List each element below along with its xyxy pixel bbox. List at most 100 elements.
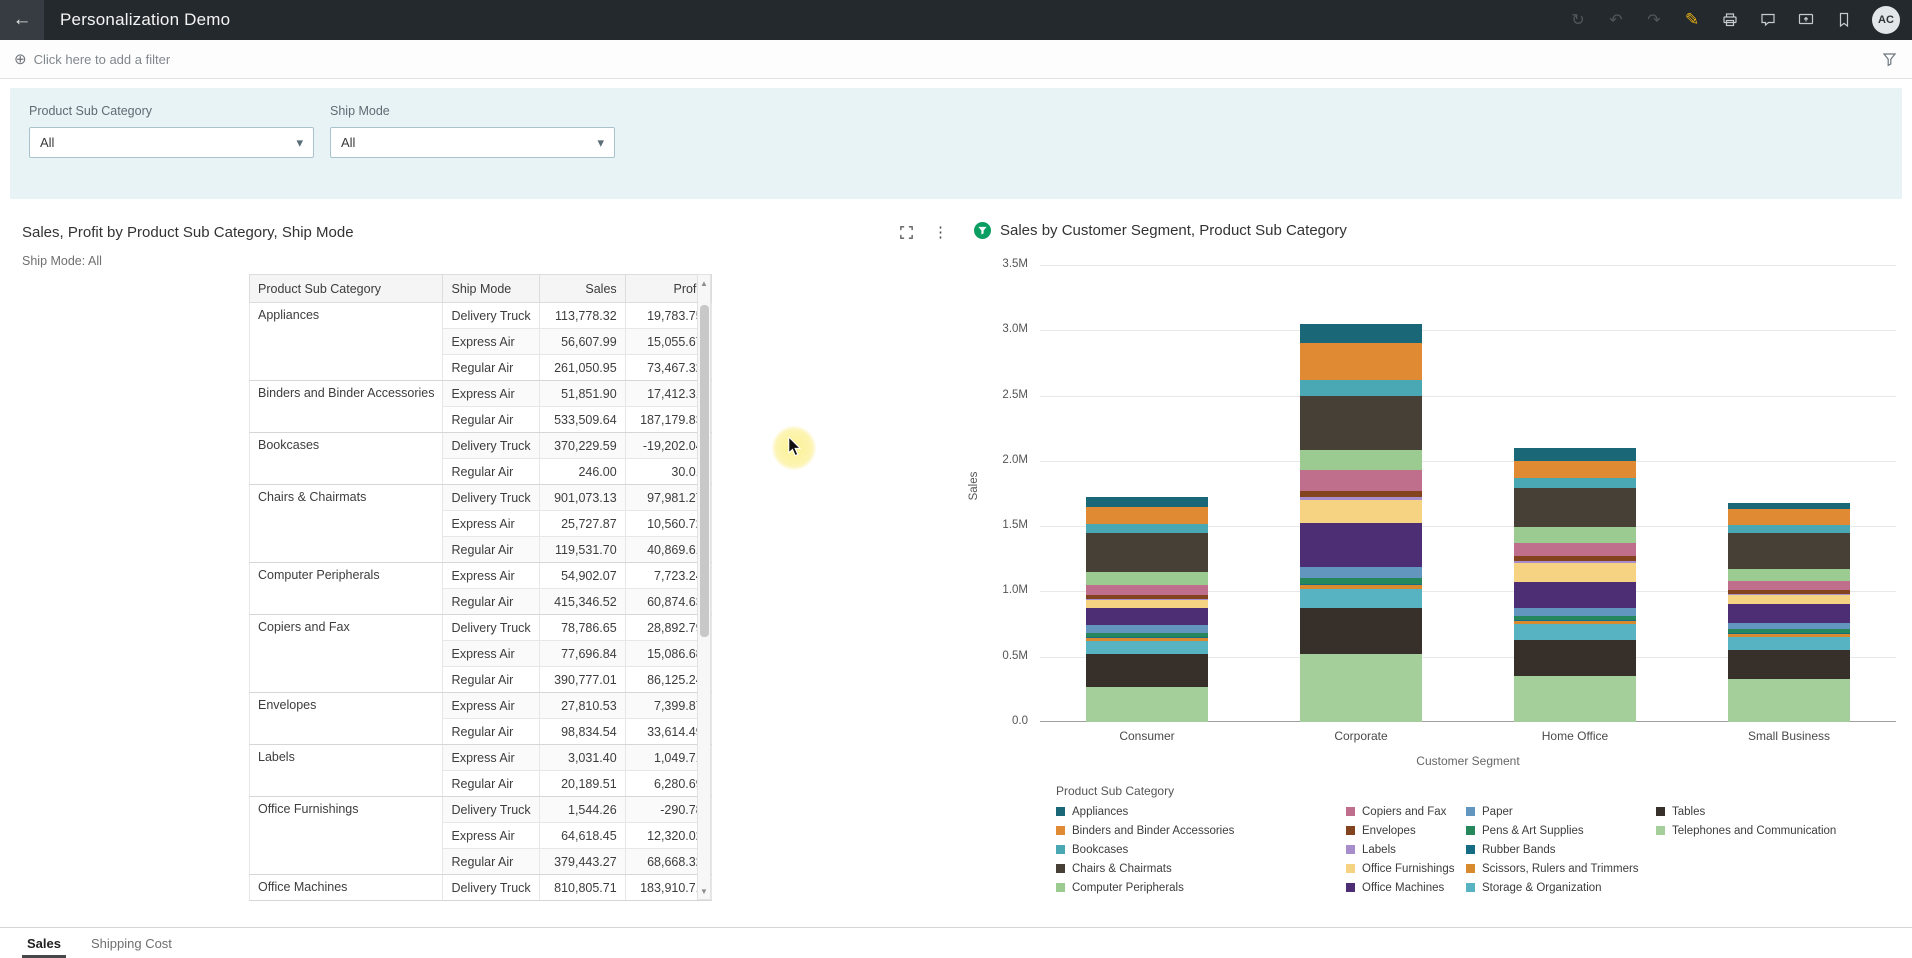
sales-cell[interactable]: 533,509.64 bbox=[539, 407, 625, 433]
table-scrollbar[interactable]: ▲ ▼ bbox=[697, 274, 711, 900]
scrollbar-thumb[interactable] bbox=[700, 305, 709, 637]
bar-segment[interactable] bbox=[1728, 509, 1850, 525]
legend-item[interactable]: Office Furnishings bbox=[1346, 863, 1466, 875]
table-row[interactable]: AppliancesDelivery Truck113,778.3219,783… bbox=[250, 303, 712, 329]
product-sub-category-dropdown[interactable]: All ▾ bbox=[29, 127, 314, 158]
ship-mode-cell[interactable]: Regular Air bbox=[443, 459, 539, 485]
col-header-ship-mode[interactable]: Ship Mode bbox=[443, 275, 539, 303]
bar-segment[interactable] bbox=[1514, 461, 1636, 478]
redo-icon[interactable]: ↷ bbox=[1644, 10, 1664, 30]
stacked-bar[interactable] bbox=[1514, 448, 1636, 722]
bar-segment[interactable] bbox=[1728, 650, 1850, 679]
sales-cell[interactable]: 113,778.32 bbox=[539, 303, 625, 329]
scroll-down-arrow[interactable]: ▼ bbox=[698, 884, 710, 898]
ship-mode-cell[interactable]: Regular Air bbox=[443, 719, 539, 745]
bar-segment[interactable] bbox=[1300, 470, 1422, 491]
category-cell[interactable]: Copiers and Fax bbox=[250, 615, 443, 693]
sales-cell[interactable]: 810,805.71 bbox=[539, 875, 625, 901]
sales-cell[interactable]: 390,777.01 bbox=[539, 667, 625, 693]
bar-segment[interactable] bbox=[1086, 572, 1208, 585]
sales-cell[interactable]: 119,531.70 bbox=[539, 537, 625, 563]
undo-icon[interactable]: ↶ bbox=[1606, 10, 1626, 30]
ship-mode-cell[interactable]: Express Air bbox=[443, 693, 539, 719]
legend-item[interactable]: Bookcases bbox=[1056, 844, 1346, 856]
bar-segment[interactable] bbox=[1514, 488, 1636, 527]
table-row[interactable]: Chairs & ChairmatsDelivery Truck901,073.… bbox=[250, 485, 712, 511]
bar-segment[interactable] bbox=[1728, 581, 1850, 590]
bar-segment[interactable] bbox=[1300, 380, 1422, 396]
ship-mode-cell[interactable]: Express Air bbox=[443, 511, 539, 537]
table-row[interactable]: Computer PeripheralsExpress Air54,902.07… bbox=[250, 563, 712, 589]
legend-item[interactable]: Storage & Organization bbox=[1466, 882, 1656, 894]
legend-item[interactable]: Scissors, Rulers and Trimmers bbox=[1466, 863, 1656, 875]
ship-mode-cell[interactable]: Express Air bbox=[443, 641, 539, 667]
ship-mode-cell[interactable]: Express Air bbox=[443, 381, 539, 407]
legend-item[interactable]: Tables bbox=[1656, 806, 1836, 818]
present-icon[interactable] bbox=[1796, 10, 1816, 30]
bar-segment[interactable] bbox=[1300, 567, 1422, 579]
ship-mode-cell[interactable]: Express Air bbox=[443, 745, 539, 771]
ship-mode-cell[interactable]: Express Air bbox=[443, 823, 539, 849]
maximize-icon[interactable] bbox=[898, 224, 915, 241]
kebab-menu-icon[interactable]: ⋮ bbox=[933, 226, 948, 240]
sales-cell[interactable]: 78,786.65 bbox=[539, 615, 625, 641]
ship-mode-cell[interactable]: Express Air bbox=[443, 329, 539, 355]
category-cell[interactable]: Labels bbox=[250, 745, 443, 797]
bar-segment[interactable] bbox=[1086, 497, 1208, 506]
sales-cell[interactable]: 1,544.26 bbox=[539, 797, 625, 823]
bar-segment[interactable] bbox=[1728, 525, 1850, 533]
stacked-bar[interactable] bbox=[1086, 497, 1208, 722]
back-button[interactable]: ← bbox=[0, 0, 44, 40]
bar-segment[interactable] bbox=[1086, 641, 1208, 654]
table-row[interactable]: Copiers and FaxDelivery Truck78,786.6528… bbox=[250, 615, 712, 641]
sales-cell[interactable]: 379,443.27 bbox=[539, 849, 625, 875]
ship-mode-cell[interactable]: Express Air bbox=[443, 563, 539, 589]
bar-segment[interactable] bbox=[1728, 637, 1850, 650]
sales-cell[interactable]: 901,073.13 bbox=[539, 485, 625, 511]
ship-mode-cell[interactable]: Regular Air bbox=[443, 589, 539, 615]
bar-segment[interactable] bbox=[1300, 589, 1422, 609]
canvas-tab-sales[interactable]: Sales bbox=[12, 928, 76, 958]
legend-item[interactable]: Rubber Bands bbox=[1466, 844, 1656, 856]
sales-cell[interactable]: 98,834.54 bbox=[539, 719, 625, 745]
bar-segment[interactable] bbox=[1300, 343, 1422, 380]
bar-segment[interactable] bbox=[1086, 585, 1208, 595]
bar-segment[interactable] bbox=[1300, 654, 1422, 722]
table-row[interactable]: Binders and Binder AccessoriesExpress Ai… bbox=[250, 381, 712, 407]
sales-cell[interactable]: 370,229.59 bbox=[539, 433, 625, 459]
table-row[interactable]: LabelsExpress Air3,031.401,049.71 bbox=[250, 745, 712, 771]
ship-mode-cell[interactable]: Delivery Truck bbox=[443, 433, 539, 459]
bar-segment[interactable] bbox=[1514, 543, 1636, 556]
stacked-bar[interactable] bbox=[1728, 503, 1850, 722]
sales-cell[interactable]: 261,050.95 bbox=[539, 355, 625, 381]
bar-segment[interactable] bbox=[1514, 478, 1636, 488]
category-cell[interactable]: Bookcases bbox=[250, 433, 443, 485]
bar-segment[interactable] bbox=[1300, 608, 1422, 654]
ship-mode-cell[interactable]: Delivery Truck bbox=[443, 797, 539, 823]
filter-funnel-icon[interactable] bbox=[1881, 51, 1898, 68]
legend-item[interactable]: Telephones and Communication bbox=[1656, 825, 1836, 837]
bar-segment[interactable] bbox=[1086, 533, 1208, 572]
ship-mode-cell[interactable]: Regular Air bbox=[443, 355, 539, 381]
bar-segment[interactable] bbox=[1728, 595, 1850, 604]
bar-segment[interactable] bbox=[1300, 324, 1422, 344]
bar-segment[interactable] bbox=[1086, 524, 1208, 533]
bar-segment[interactable] bbox=[1514, 676, 1636, 722]
legend-item[interactable]: Office Machines bbox=[1346, 882, 1466, 894]
ship-mode-cell[interactable]: Regular Air bbox=[443, 407, 539, 433]
sales-cell[interactable]: 27,810.53 bbox=[539, 693, 625, 719]
sales-cell[interactable]: 51,851.90 bbox=[539, 381, 625, 407]
table-row[interactable]: Office FurnishingsDelivery Truck1,544.26… bbox=[250, 797, 712, 823]
bar-segment[interactable] bbox=[1514, 640, 1636, 677]
table-row[interactable]: Office MachinesDelivery Truck810,805.711… bbox=[250, 875, 712, 901]
sales-cell[interactable]: 20,189.51 bbox=[539, 771, 625, 797]
sales-cell[interactable]: 64,618.45 bbox=[539, 823, 625, 849]
ship-mode-cell[interactable]: Delivery Truck bbox=[443, 485, 539, 511]
bar-segment[interactable] bbox=[1300, 396, 1422, 451]
refresh-icon[interactable]: ↻ bbox=[1568, 10, 1588, 30]
bar-segment[interactable] bbox=[1728, 604, 1850, 622]
canvas-tab-shipping-cost[interactable]: Shipping Cost bbox=[76, 928, 187, 958]
legend-item[interactable]: Labels bbox=[1346, 844, 1466, 856]
ship-mode-cell[interactable]: Delivery Truck bbox=[443, 303, 539, 329]
ship-mode-cell[interactable]: Regular Air bbox=[443, 771, 539, 797]
